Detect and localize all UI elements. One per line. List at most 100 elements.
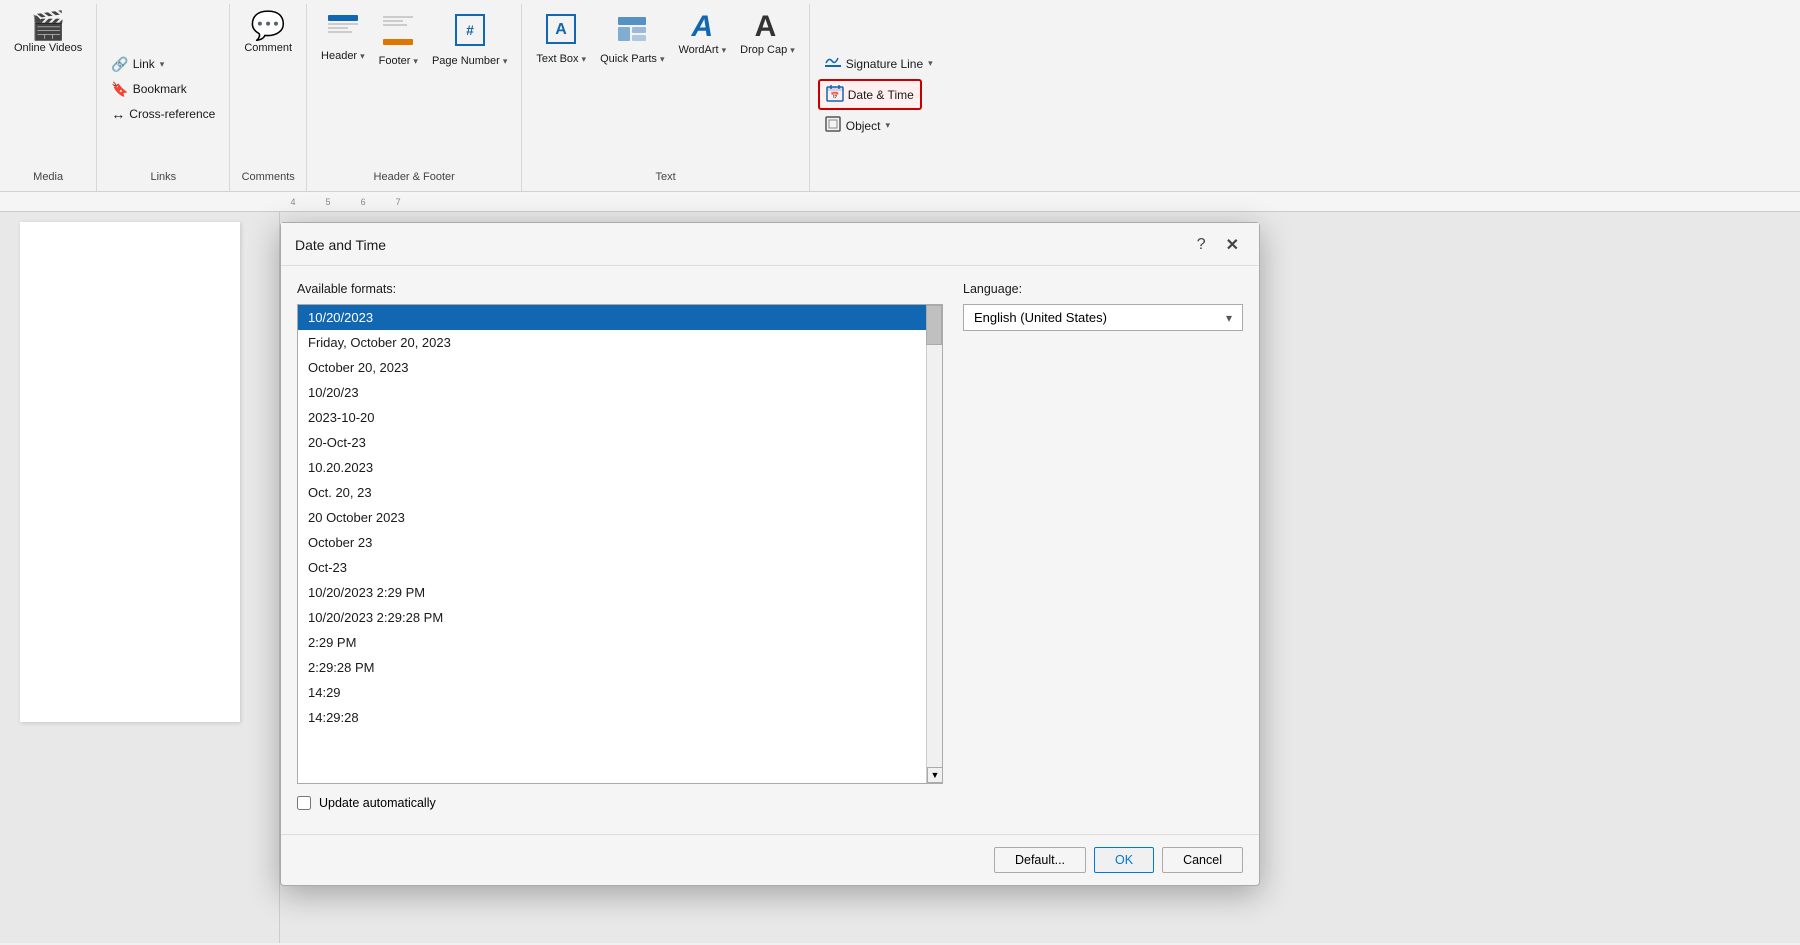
ok-button[interactable]: OK [1094, 847, 1154, 873]
format-item[interactable]: 2023-10-20 [298, 405, 926, 430]
ribbon: 🎬 Online Videos Media 🔗 Link ▾ 🔖 Bookmar… [0, 0, 1800, 192]
text-items: A Text Box ▾ [530, 8, 800, 169]
format-item[interactable]: October 23 [298, 530, 926, 555]
bookmark-button[interactable]: 🔖 Bookmark [105, 78, 192, 101]
bookmark-icon: 🔖 [111, 81, 128, 98]
format-item[interactable]: 14:29 [298, 680, 926, 705]
dialog-body: Available formats: 10/20/2023Friday, Oct… [281, 266, 1259, 834]
cross-reference-label: Cross-reference [129, 107, 215, 121]
link-dropdown-arrow: ▾ [160, 59, 165, 70]
cancel-button[interactable]: Cancel [1162, 847, 1243, 873]
datetime-svg: 📅 [826, 84, 844, 102]
format-item[interactable]: 2:29 PM [298, 630, 926, 655]
header-button[interactable]: Header ▾ [315, 8, 371, 67]
format-item[interactable]: Friday, October 20, 2023 [298, 330, 926, 355]
ruler-5: 5 [326, 197, 331, 207]
format-item[interactable]: 10.20.2023 [298, 455, 926, 480]
update-auto-checkbox[interactable] [297, 796, 311, 810]
ribbon-group-text: A Text Box ▾ [522, 4, 809, 191]
format-item[interactable]: 20-Oct-23 [298, 430, 926, 455]
format-item[interactable]: 2:29:28 PM [298, 655, 926, 680]
comment-icon: 💬 [251, 12, 286, 40]
link-button[interactable]: 🔗 Link ▾ [105, 53, 170, 76]
ribbon-toolbar: 🎬 Online Videos Media 🔗 Link ▾ 🔖 Bookmar… [0, 0, 1800, 191]
object-label: Object [846, 119, 881, 133]
scrollbar-thumb[interactable] [926, 305, 942, 345]
footer-dropdown-arrow: ▾ [413, 56, 418, 67]
format-item[interactable]: 14:29:28 [298, 705, 926, 730]
format-item[interactable]: 10/20/2023 [298, 305, 926, 330]
text-box-button[interactable]: A Text Box ▾ [530, 8, 592, 70]
format-item[interactable]: Oct. 20, 23 [298, 480, 926, 505]
online-videos-button[interactable]: 🎬 Online Videos [8, 8, 88, 59]
header-icon [325, 12, 361, 48]
date-time-label: Date & Time [848, 88, 914, 102]
document-area: Date and Time ? ✕ Available formats: 10/… [0, 212, 1800, 943]
format-item[interactable]: 10/20/2023 2:29 PM [298, 580, 926, 605]
dialog-left: Available formats: 10/20/2023Friday, Oct… [297, 282, 943, 818]
drop-cap-label: Drop Cap ▾ [740, 44, 795, 57]
page-number-button[interactable]: # Page Number ▾ [426, 8, 513, 72]
bookmark-label: Bookmark [133, 82, 187, 96]
update-auto-label: Update automatically [319, 796, 436, 810]
update-auto-row: Update automatically [297, 796, 943, 810]
object-dropdown-arrow: ▾ [885, 120, 890, 131]
insert-special-items: Signature Line ▾ 📅 Date & Time [818, 8, 939, 181]
sig-svg [824, 53, 842, 71]
scrollbar-track[interactable]: ▲ ▼ [926, 305, 942, 783]
wordart-icon: A [691, 12, 713, 42]
media-items: 🎬 Online Videos [8, 8, 88, 169]
dialog-close-button[interactable]: ✕ [1220, 233, 1245, 257]
scrollbar-arrow-down[interactable]: ▼ [927, 767, 943, 783]
comment-button[interactable]: 💬 Comment [238, 8, 298, 59]
online-videos-label: Online Videos [14, 42, 82, 55]
footer-button[interactable]: Footer ▾ [373, 8, 424, 72]
wordart-button[interactable]: A WordArt ▾ [672, 8, 732, 61]
object-svg [824, 115, 842, 133]
signature-line-button[interactable]: Signature Line ▾ [818, 50, 939, 77]
object-button[interactable]: Object ▾ [818, 112, 896, 139]
header-footer-group-label: Header & Footer [374, 169, 455, 187]
ribbon-group-media: 🎬 Online Videos Media [0, 4, 97, 191]
date-time-button[interactable]: 📅 Date & Time [818, 79, 922, 110]
dialog-footer: Default... OK Cancel [281, 834, 1259, 885]
object-icon [824, 115, 842, 136]
checkboxes-area: Update automatically [297, 796, 943, 810]
footer-svg [380, 12, 416, 48]
signature-line-icon [824, 53, 842, 74]
cross-reference-icon: ↔ [111, 106, 125, 122]
links-items: 🔗 Link ▾ 🔖 Bookmark ↔ Cross-reference [105, 8, 221, 169]
ribbon-group-header-footer: Header ▾ Footer [307, 4, 522, 191]
dialog-title: Date and Time [295, 237, 386, 253]
text-group-label: Text [655, 169, 675, 187]
date-time-dialog: Date and Time ? ✕ Available formats: 10/… [280, 222, 1260, 886]
format-item[interactable]: Oct-23 [298, 555, 926, 580]
link-icon: 🔗 [111, 56, 128, 73]
svg-text:#: # [466, 22, 474, 38]
formats-list[interactable]: 10/20/2023Friday, October 20, 2023Octobe… [297, 304, 943, 784]
wordart-label: WordArt ▾ [678, 44, 726, 57]
drop-cap-button[interactable]: A Drop Cap ▾ [734, 8, 801, 61]
footer-label: Footer ▾ [379, 55, 418, 68]
quick-parts-button[interactable]: Quick Parts ▾ [594, 8, 670, 70]
comments-items: 💬 Comment [238, 8, 298, 169]
format-item[interactable]: 20 October 2023 [298, 505, 926, 530]
default-button[interactable]: Default... [994, 847, 1086, 873]
format-item[interactable]: 10/20/23 [298, 380, 926, 405]
language-dropdown-arrow: ▾ [1226, 311, 1232, 325]
text-box-label: Text Box ▾ [536, 53, 586, 66]
footer-icon [380, 12, 416, 53]
format-item[interactable]: October 20, 2023 [298, 355, 926, 380]
format-item[interactable]: 10/20/2023 2:29:28 PM [298, 605, 926, 630]
dialog-help-button[interactable]: ? [1191, 234, 1212, 256]
language-dropdown[interactable]: English (United States) ▾ [963, 304, 1243, 331]
page-number-dropdown-arrow: ▾ [503, 56, 508, 67]
quick-parts-dropdown-arrow: ▾ [660, 54, 665, 65]
media-group-label: Media [33, 169, 63, 187]
quick-parts-svg [615, 12, 649, 46]
cross-reference-button[interactable]: ↔ Cross-reference [105, 103, 221, 125]
date-time-icon: 📅 [826, 84, 844, 105]
text-box-svg: A [544, 12, 578, 46]
language-value: English (United States) [974, 310, 1107, 325]
dialog-controls: ? ✕ [1191, 233, 1245, 257]
